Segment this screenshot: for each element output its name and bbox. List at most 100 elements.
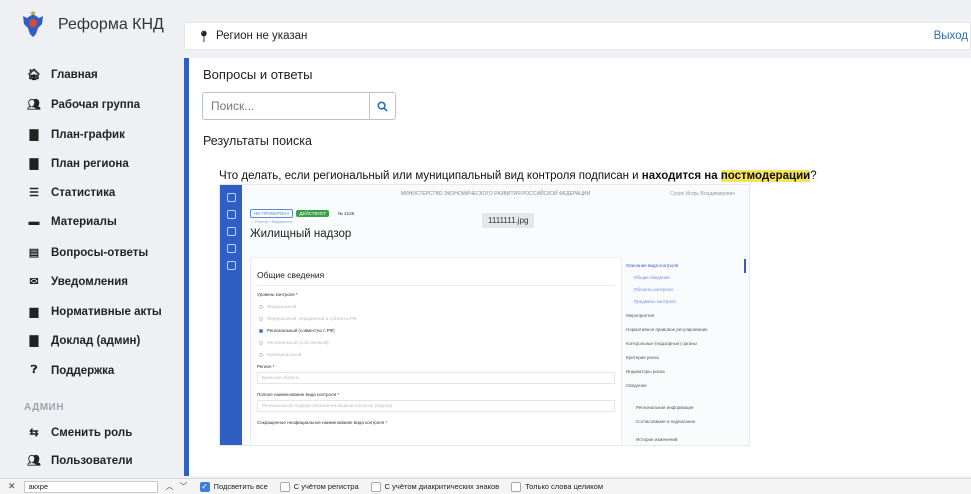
swap-icon: ⇆ (29, 427, 39, 439)
highlight-all-checkbox[interactable]: ✓ (199, 481, 210, 492)
sidebar-item-label: Вопросы-ответы (51, 246, 149, 259)
sidebar-item-schedule[interactable]: ▇ План-график (26, 128, 125, 142)
screenshot-user: Сухих Игорь Владимирович (670, 191, 735, 197)
match-diacritics-checkbox[interactable] (370, 481, 381, 492)
question-text: Что делать, если региональный или муници… (219, 170, 642, 182)
search-icon (377, 100, 388, 112)
field-label: Уровень контроля * (257, 292, 298, 297)
admin-section-heading: АДМИН (24, 402, 64, 413)
toc-item: Согласование и подписание (636, 419, 696, 424)
radio-option: Федеральный (259, 304, 296, 309)
sidebar-item-label: Поддержка (51, 364, 115, 377)
sidebar: Реформа КНД 🏠︎ Главная 👥︎ Рабочая группа… (0, 0, 176, 476)
folder-icon: ▬ (28, 216, 40, 228)
toc-item: Региональная информация (636, 405, 694, 410)
field-label: Регион * (257, 364, 275, 369)
screenshot-header: МИНИСТЕРСТВО ЭКОНОМИЧЕСКОГО РАЗВИТИЯ РОС… (242, 185, 749, 203)
sidebar-item-statistics[interactable]: ☰ Статистика (26, 186, 116, 200)
toc-item: Индикаторы риска (626, 369, 665, 374)
checkbox-label: Только слова целиком (525, 482, 603, 491)
sidebar-item-label: Сменить роль (51, 426, 133, 439)
sidebar-item-workgroup[interactable]: 👥︎ Рабочая группа (26, 98, 141, 112)
status-badge: НЕ ПРОВЕРЕНА (250, 209, 294, 218)
envelope-icon: ✉ (29, 276, 39, 288)
sidebar-item-label: Статистика (51, 186, 116, 199)
toc-item: Описание вида контроля (626, 263, 679, 268)
sidebar-item-label: План-график (51, 128, 125, 141)
sidebar-item-label: Пользователи (51, 454, 133, 467)
sidebar-item-materials[interactable]: ▬ Материалы (26, 216, 117, 228)
topbar: 📍︎ Регион не указан Выход (184, 22, 971, 50)
toc-active-bar (744, 259, 746, 273)
screenshot-card: Общие сведения Уровень контроля * Федера… (250, 257, 622, 445)
fullname-select: Региональный государственный жилищный ко… (257, 400, 615, 412)
brand[interactable]: Реформа КНД (0, 0, 176, 50)
book-icon: ▆ (29, 306, 39, 318)
sidebar-item-support[interactable]: ❓︎ Поддержка (26, 364, 115, 377)
file-icon: ▇ (29, 335, 39, 347)
radio-option: Региональный (собственный) (259, 340, 329, 345)
checkbox-label: С учётом регистра (293, 482, 359, 491)
toc-item: Объекты контроля (634, 287, 673, 292)
close-icon[interactable]: ✕ (8, 481, 16, 492)
find-input[interactable] (23, 480, 158, 493)
toc-item: Нормативное правовое регулирование (626, 327, 708, 332)
toc-item: Предметы контроля (634, 299, 676, 304)
file-icon: ▇ (29, 158, 39, 170)
toc-item: Мероприятия (626, 313, 655, 318)
question-end: ? (810, 170, 817, 182)
match-case-checkbox[interactable] (279, 481, 290, 492)
sidebar-item-label: Главная (51, 68, 98, 81)
comment-icon: ▤ (28, 247, 40, 259)
search-box (202, 92, 396, 120)
record-number: № 2128 (338, 211, 355, 216)
map-pin-icon: 📍︎ (197, 30, 211, 43)
sidebar-item-users[interactable]: 👥︎ Пользователи (26, 454, 133, 468)
sidebar-item-notifications[interactable]: ✉ Уведомления (26, 275, 128, 289)
radio-option: Муниципальный (259, 352, 301, 357)
field-label: Сокращенное неофициальное наименование в… (257, 420, 388, 425)
sidebar-item-label: Рабочая группа (51, 98, 141, 111)
toc-item: Критерии риска (626, 355, 659, 360)
checkbox-label: С учётом диакритических знаков (384, 482, 500, 491)
screenshot-sidebar (220, 185, 242, 445)
results-title: Результаты поиска (203, 134, 312, 148)
next-match-icon[interactable]: ﹀ (180, 481, 188, 492)
search-input[interactable] (202, 92, 370, 120)
page-title: Вопросы и ответы (203, 67, 313, 82)
search-result-question[interactable]: Что делать, если региональный или муници… (219, 170, 817, 182)
users-icon: 👥︎ (27, 99, 41, 111)
region-select: Брянская область (257, 372, 615, 384)
card-title: Общие сведения (257, 270, 325, 280)
file-icon: ▇ (29, 129, 39, 141)
whole-words-checkbox[interactable] (511, 481, 522, 492)
divider (257, 285, 615, 286)
question-icon: ❓︎ (30, 364, 38, 376)
search-button[interactable] (370, 92, 396, 120)
previous-match-icon[interactable]: ︿ (166, 481, 174, 492)
sidebar-item-home[interactable]: 🏠︎ Главная (26, 68, 98, 82)
sidebar-item-qa[interactable]: ▤ Вопросы-ответы (26, 246, 149, 260)
image-filename-tooltip: 1111111.jpg (482, 213, 535, 228)
toc-item: История изменений (636, 437, 678, 442)
region-selector[interactable]: Регион не указан (216, 30, 307, 42)
question-bold: находится на (641, 170, 718, 182)
field-label: Полное наименование вида контроля * (257, 392, 340, 397)
toc-item: Сведения (626, 383, 647, 388)
sidebar-item-region-plan[interactable]: ▇ План региона (26, 157, 129, 171)
radio-option-selected: Региональный (совместно с РФ) (259, 328, 335, 333)
sidebar-item-label: Материалы (51, 216, 117, 228)
status-badge: ДЕЙСТВУЕТ (296, 210, 329, 217)
answer-screenshot: МИНИСТЕРСТВО ЭКОНОМИЧЕСКОГО РАЗВИТИЯ РОС… (219, 184, 750, 446)
sidebar-item-report[interactable]: ▇ Доклад (админ) (26, 334, 141, 348)
sidebar-item-switch-role[interactable]: ⇆ Сменить роль (26, 426, 133, 440)
sidebar-item-regulations[interactable]: ▆ Нормативные акты (26, 305, 162, 319)
logout-link[interactable]: Выход (934, 30, 968, 42)
sidebar-item-label: Уведомления (51, 275, 128, 288)
search-match-highlight: постмодерации (720, 170, 811, 182)
find-bar: ✕ ︿ ﹀ ✓ Подсветить все С учётом регистра… (0, 478, 971, 494)
users-icon: 👥︎ (27, 455, 41, 467)
sidebar-item-label: Доклад (админ) (51, 334, 141, 347)
brand-name: Реформа КНД (58, 16, 164, 33)
accent-bar (184, 58, 189, 476)
